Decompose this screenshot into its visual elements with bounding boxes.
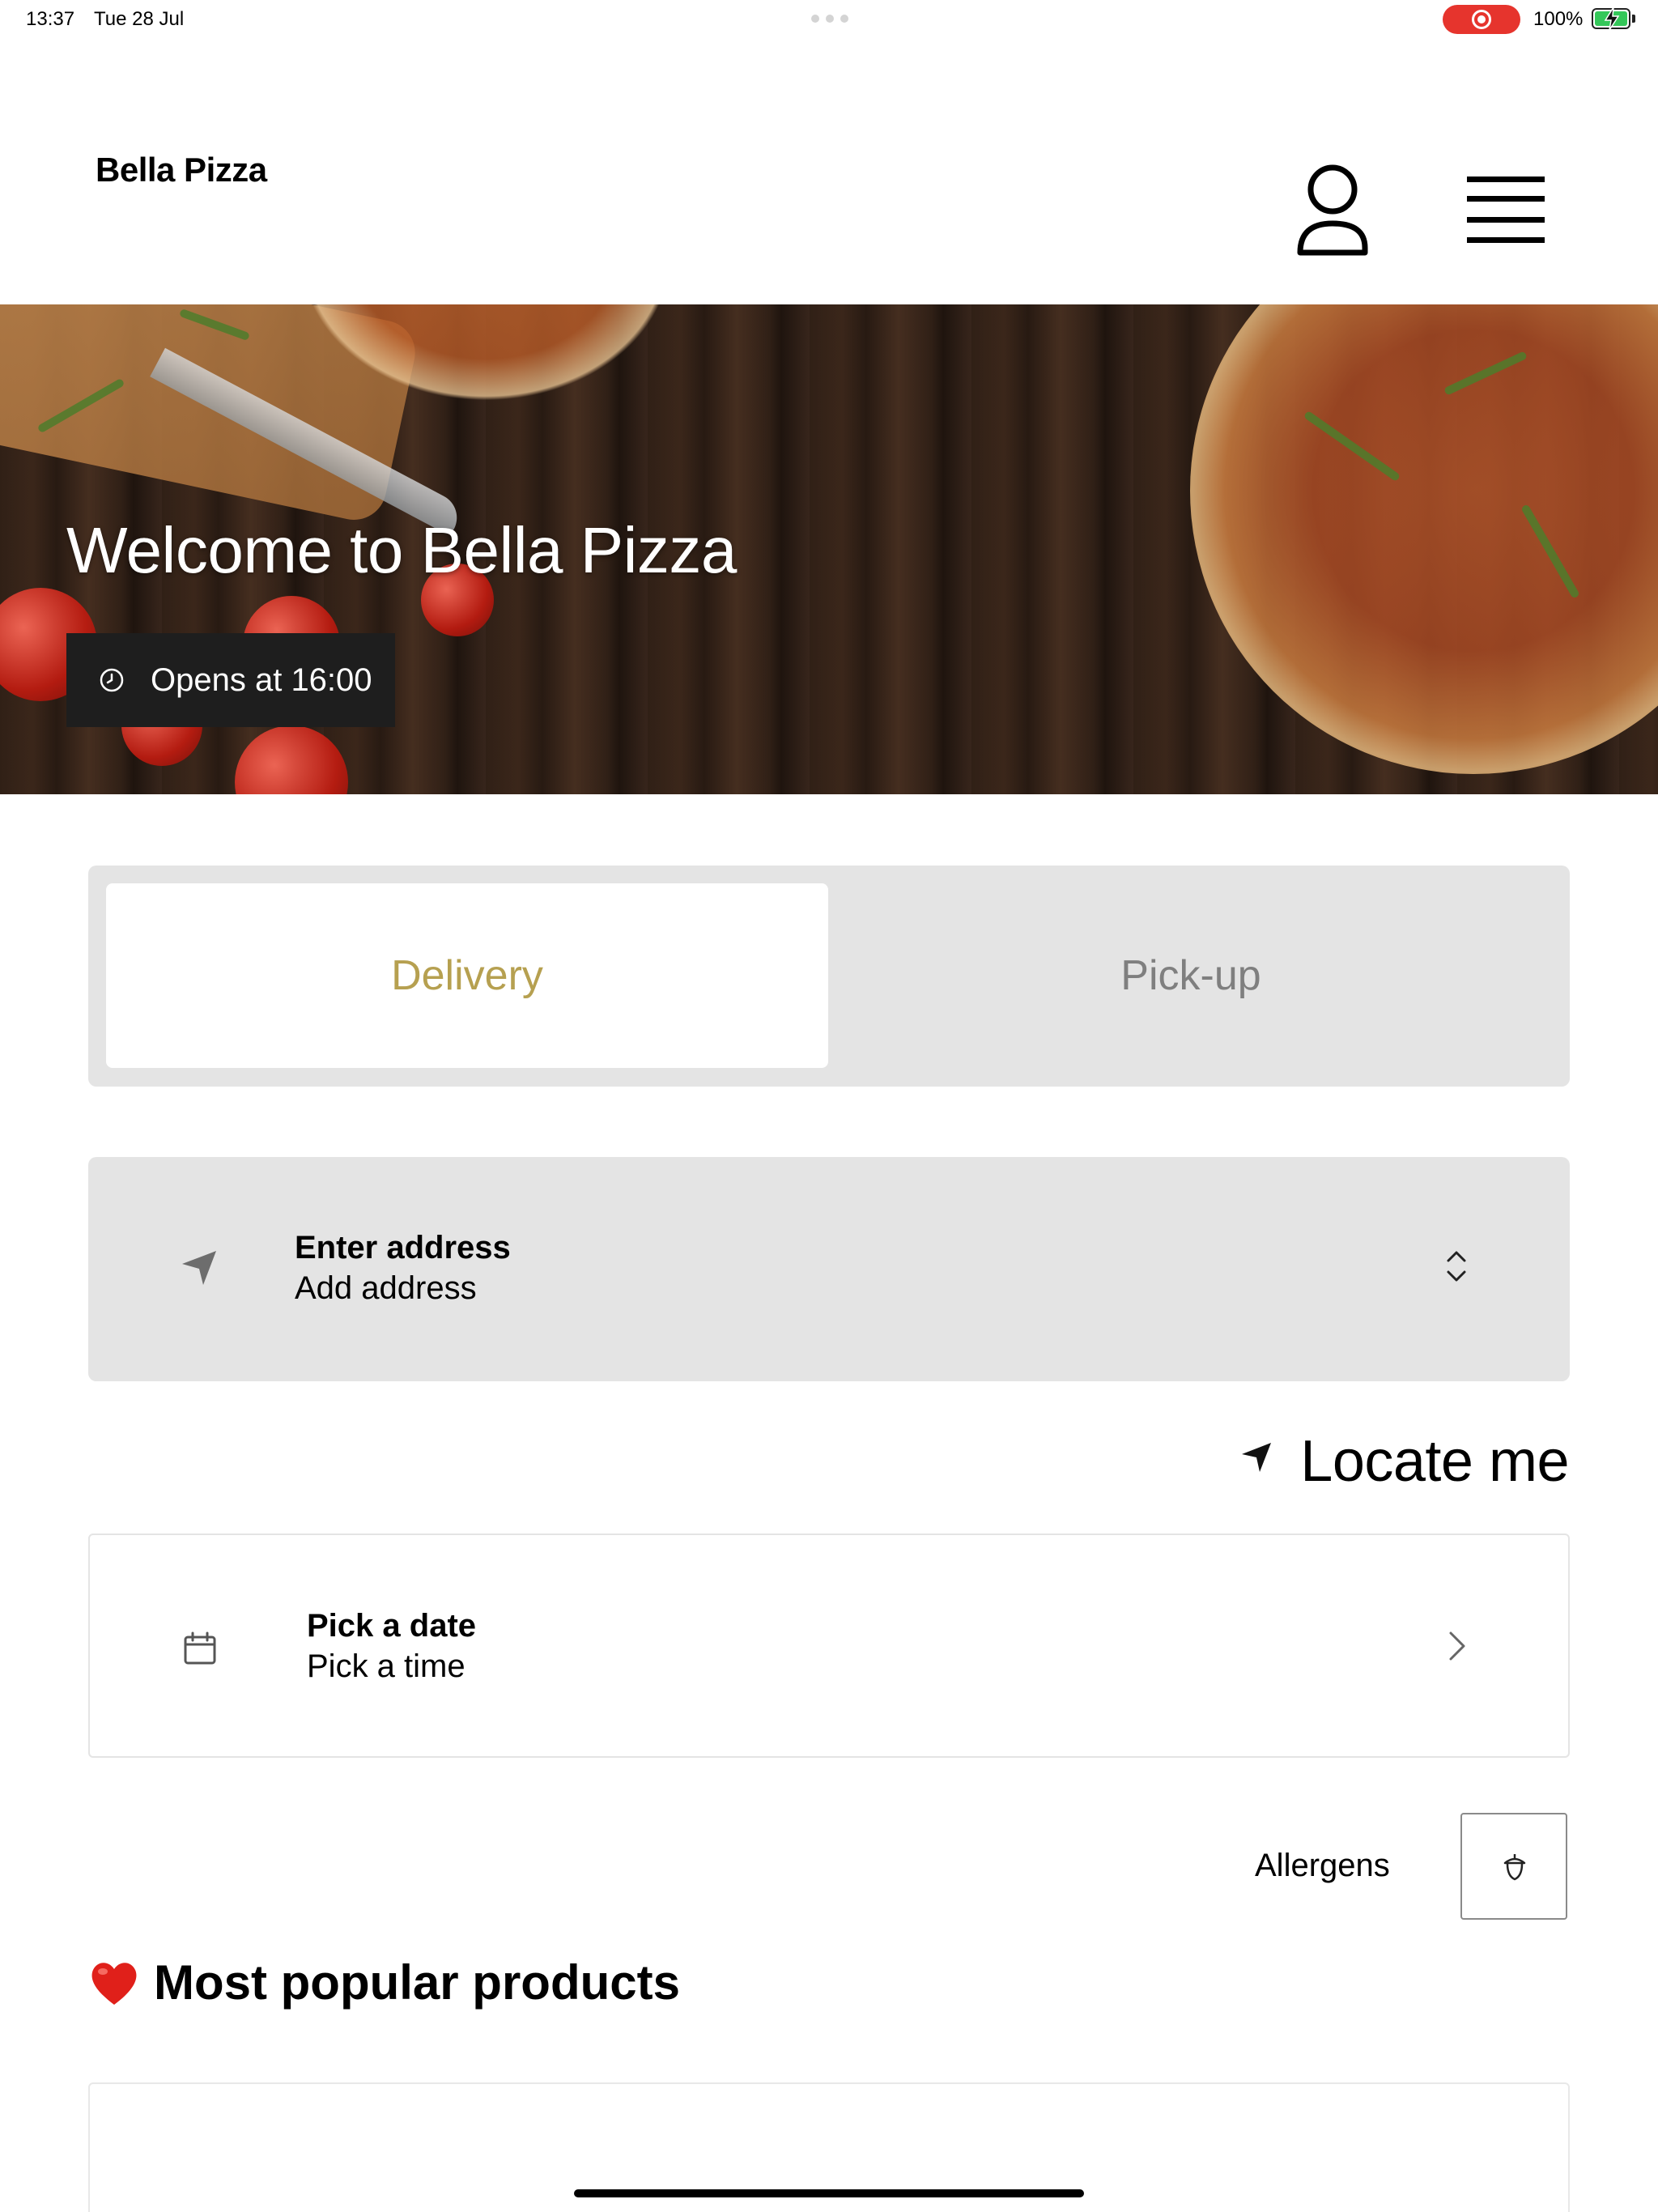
delivery-option[interactable]: Delivery	[106, 883, 828, 1068]
home-indicator[interactable]	[574, 2189, 1084, 2197]
date-title: Pick a date	[307, 1608, 477, 1644]
location-arrow-icon	[182, 1251, 216, 1285]
brand-name[interactable]: Bella Pizza	[96, 151, 267, 189]
clock-icon	[100, 668, 124, 692]
address-subtitle: Add address	[295, 1270, 477, 1306]
pickup-option[interactable]: Pick-up	[830, 883, 1552, 1068]
heart-icon	[91, 1962, 137, 2005]
battery-tip	[1632, 15, 1635, 23]
locate-me-label: Locate me	[1300, 1429, 1569, 1494]
allergens-label: Allergens	[1255, 1848, 1390, 1883]
address-title: Enter address	[295, 1230, 511, 1266]
chevron-right-icon	[1449, 1631, 1465, 1661]
locate-me-button[interactable]: Locate me	[1239, 1422, 1572, 1495]
hero-title: Welcome to Bella Pizza	[66, 514, 737, 586]
order-mode-toggle: Delivery Pick-up	[88, 866, 1570, 1087]
tomato-image	[235, 725, 348, 794]
acorn-icon	[1503, 1854, 1526, 1881]
status-date: Tue 28 Jul	[94, 8, 185, 30]
person-icon	[1297, 164, 1368, 256]
chevron-up-down-icon	[1447, 1251, 1466, 1282]
date-time-selector[interactable]: Pick a date Pick a time	[88, 1534, 1570, 1758]
location-arrow-icon	[1242, 1443, 1271, 1472]
popular-heading-text: Most popular products	[154, 1955, 680, 2010]
allergens-button[interactable]	[1460, 1813, 1567, 1920]
hamburger-menu-icon	[1467, 177, 1545, 243]
hero-banner: Welcome to Bella Pizza Opens at 16:00	[0, 304, 1658, 794]
status-bar: 13:37 Tue 28 Jul 100%	[0, 0, 1658, 39]
multitasking-dots-icon[interactable]	[811, 15, 848, 23]
opening-hours-badge: Opens at 16:00	[66, 633, 395, 727]
screen-recording-icon	[1443, 5, 1520, 34]
charging-bolt-icon	[1604, 6, 1620, 31]
calendar-icon	[184, 1631, 216, 1665]
account-button[interactable]	[1292, 164, 1373, 259]
menu-button[interactable]	[1465, 173, 1546, 246]
pizza-image	[1190, 304, 1658, 774]
opening-hours-text: Opens at 16:00	[151, 662, 372, 698]
address-selector[interactable]: Enter address Add address	[88, 1157, 1570, 1381]
section-heading-popular: Most popular products	[89, 1955, 680, 2010]
status-time: 13:37	[26, 8, 75, 30]
app-header: Bella Pizza	[0, 39, 1658, 304]
battery-percent: 100%	[1533, 8, 1584, 30]
time-subtitle: Pick a time	[307, 1648, 466, 1684]
